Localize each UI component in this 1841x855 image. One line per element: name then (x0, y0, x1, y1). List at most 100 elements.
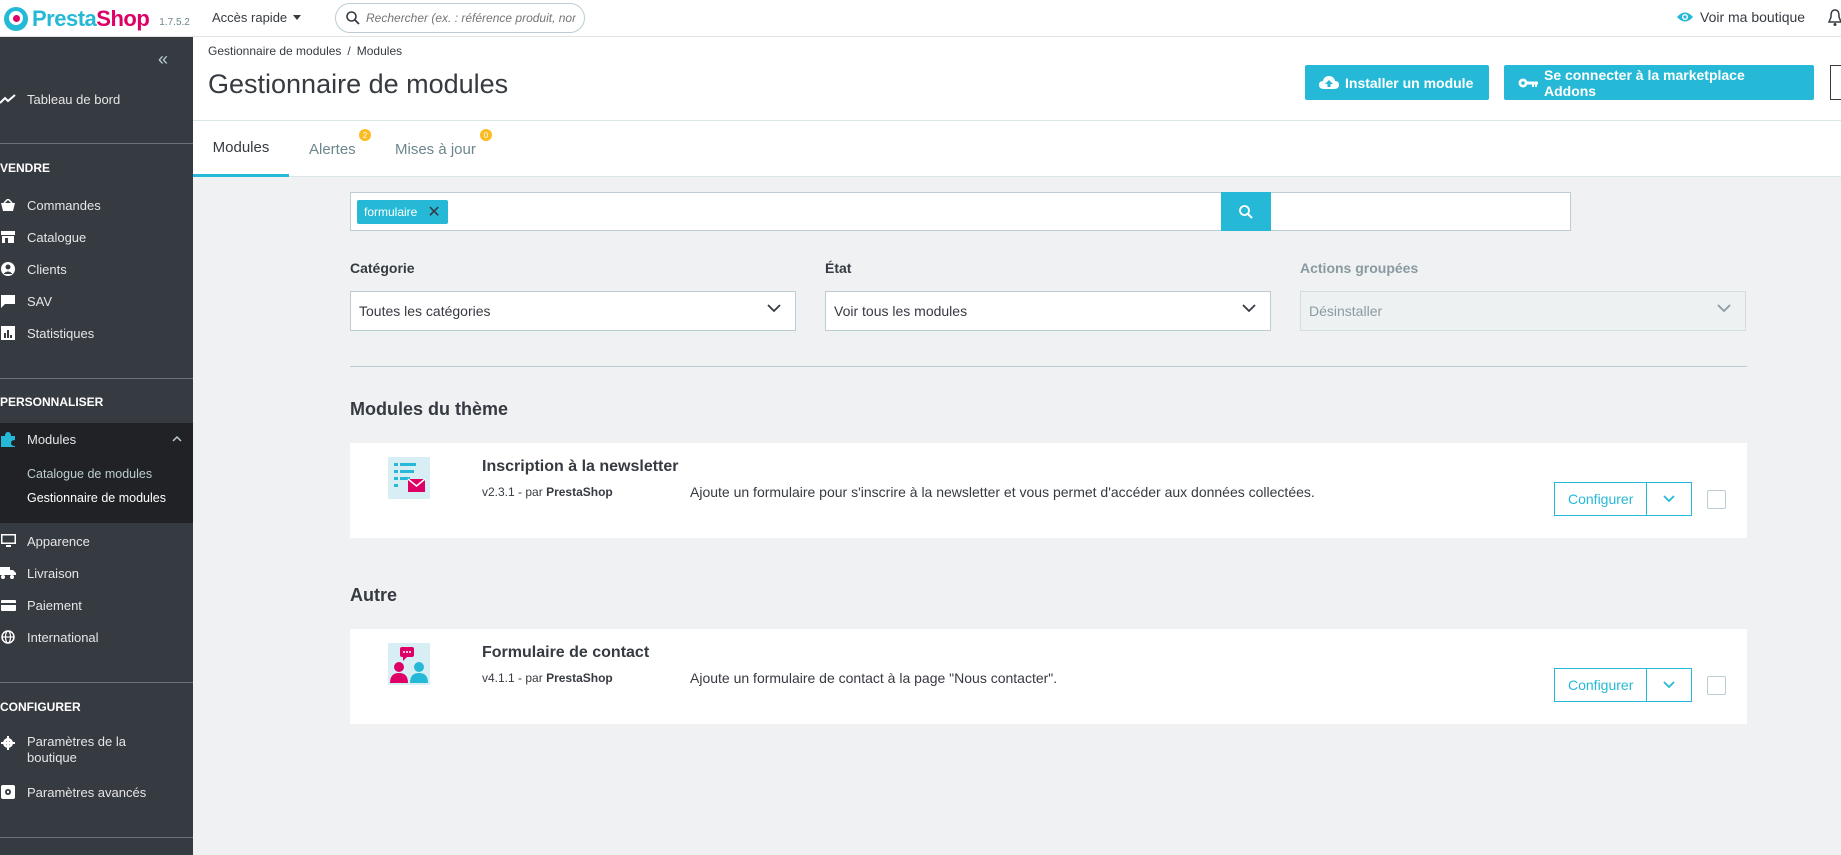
install-module-label: Installer un module (1345, 74, 1474, 91)
view-shop-link[interactable]: Voir ma boutique (1676, 9, 1805, 25)
key-icon (1518, 78, 1538, 87)
chat-icon (0, 293, 16, 309)
bulk-actions-label: Actions groupées (1300, 260, 1419, 276)
chevron-down-icon (1242, 304, 1256, 313)
sidebar-item-advanced-parameters[interactable]: Paramètres avancés (0, 782, 193, 802)
module-actions-dropdown[interactable] (1647, 668, 1693, 702)
tab-updates[interactable]: Mises à jour 0 (395, 121, 492, 177)
category-filter-label: Catégorie (350, 260, 415, 276)
version-label: 1.7.5.2 (159, 16, 190, 28)
newsletter-module-icon (388, 457, 430, 499)
monitor-icon (0, 533, 16, 549)
sidebar-item-catalog[interactable]: Catalogue (0, 227, 193, 247)
global-search-input[interactable] (366, 11, 576, 25)
sidebar-section-sell: VENDRE (0, 161, 51, 175)
chevron-down-icon (1663, 681, 1676, 689)
module-by: - par (518, 671, 543, 685)
module-by: - par (518, 485, 543, 499)
category-select[interactable]: Toutes les catégories (350, 291, 796, 331)
brand-name: PrestaShop (32, 6, 150, 31)
sidebar-item-label: Commandes (27, 197, 101, 213)
state-select[interactable]: Voir tous les modules (825, 291, 1271, 331)
sidebar-item-modules[interactable]: Modules (0, 423, 193, 455)
configure-button[interactable]: Configurer (1554, 482, 1648, 516)
cloud-upload-icon (1319, 75, 1339, 89)
sidebar-item-label: Statistiques (27, 325, 95, 341)
chevron-down-icon (1663, 495, 1676, 503)
breadcrumb-item[interactable]: Modules (357, 44, 402, 58)
collapse-sidebar-icon[interactable]: « (158, 49, 168, 70)
sidebar-item-label: Paramètres avancés (27, 784, 147, 800)
module-meta: v2.3.1 - par PrestaShop (482, 485, 613, 499)
sidebar-item-label: Paramètres de la boutique (27, 734, 126, 765)
tab-label: Modules (212, 139, 270, 156)
prestashop-logo-icon (4, 7, 28, 31)
module-name[interactable]: Inscription à la newsletter (482, 458, 679, 476)
module-actions-dropdown[interactable] (1647, 482, 1693, 516)
sidebar-item-dashboard[interactable]: Tableau de bord (0, 89, 193, 109)
connect-marketplace-button[interactable]: Se connecter à la marketplace Addons (1504, 65, 1814, 100)
tab-modules[interactable]: Modules (193, 121, 289, 177)
chevron-down-icon (767, 304, 781, 313)
sidebar-divider (0, 143, 193, 144)
sidebar-divider (0, 682, 193, 683)
sidebar-item-label: Livraison (27, 565, 80, 581)
caret-down-icon (293, 15, 302, 20)
module-author: PrestaShop (546, 485, 613, 499)
module-version: v4.1.1 (482, 671, 515, 685)
sidebar-item-orders[interactable]: Commandes (0, 195, 193, 215)
sidebar-item-payment[interactable]: Paiement (0, 595, 193, 615)
prestashop-logo[interactable]: PrestaShop 1.7.5.2 (4, 6, 190, 32)
sidebar-section-configure: CONFIGURER (0, 700, 81, 714)
configure-button[interactable]: Configurer (1554, 668, 1648, 702)
sidebar-submenu-modules: Catalogue de modules Gestionnaire de mod… (0, 455, 193, 523)
sidebar-item-customers[interactable]: Clients (0, 259, 193, 279)
contact-form-module-icon (388, 643, 430, 685)
breadcrumb: Gestionnaire de modules / Modules (208, 44, 402, 58)
eye-icon (1677, 12, 1693, 22)
sidebar-item-international[interactable]: International (0, 627, 193, 647)
module-description: Ajoute un formulaire de contact à la pag… (690, 670, 1058, 686)
help-button[interactable] (1830, 65, 1841, 100)
state-filter-label: État (825, 260, 852, 276)
module-version: v2.3.1 (482, 485, 515, 499)
module-name[interactable]: Formulaire de contact (482, 644, 649, 662)
remove-tag-icon[interactable]: ✕ (427, 202, 440, 222)
tab-label: Alertes (309, 140, 356, 158)
chevron-down-icon (1717, 304, 1731, 313)
sidebar-item-stats[interactable]: Statistiques (0, 323, 193, 343)
section-title-theme-modules: Modules du thème (350, 399, 509, 419)
tab-alerts[interactable]: Alertes 2 (309, 121, 371, 177)
sidebar-divider (0, 837, 193, 838)
bar-chart-icon (0, 325, 16, 341)
credit-card-icon (0, 597, 16, 613)
search-tag[interactable]: formulaire ✕ (357, 199, 448, 224)
sidebar-item-appearance[interactable]: Apparence (0, 531, 193, 551)
module-meta: v4.1.1 - par PrestaShop (482, 671, 613, 685)
tab-label: Mises à jour (395, 140, 476, 158)
sidebar-subitem-modules-catalog[interactable]: Catalogue de modules (27, 467, 152, 481)
module-select-checkbox[interactable] (1707, 490, 1726, 509)
sidebar-item-support[interactable]: SAV (0, 291, 193, 311)
quick-access-label: Accès rapide (212, 10, 288, 25)
global-search[interactable] (335, 3, 585, 33)
sidebar-subitem-module-manager[interactable]: Gestionnaire de modules (27, 491, 166, 505)
module-card: Inscription à la newsletter v2.3.1 - par… (350, 443, 1747, 538)
quick-access-dropdown[interactable]: Accès rapide (212, 10, 302, 25)
bulk-actions-select[interactable]: Désinstaller (1300, 291, 1746, 331)
sidebar-item-label: Tableau de bord (27, 91, 121, 107)
section-divider (350, 366, 1747, 367)
configure-button-group: Configurer (1554, 482, 1693, 516)
sidebar-item-shipping[interactable]: Livraison (0, 563, 193, 583)
breadcrumb-item[interactable]: Gestionnaire de modules (208, 44, 341, 58)
module-card: Formulaire de contact v4.1.1 - par Prest… (350, 629, 1747, 724)
search-icon (346, 11, 360, 25)
category-select-value: Toutes les catégories (359, 303, 491, 319)
module-search-button[interactable] (1221, 192, 1271, 231)
module-search-field[interactable]: formulaire ✕ (350, 192, 1571, 231)
sidebar-item-shop-parameters[interactable]: Paramètres de la boutique (0, 734, 193, 768)
sidebar-item-label: Catalogue (27, 229, 87, 245)
install-module-button[interactable]: Installer un module (1305, 65, 1489, 100)
notifications-bell-icon[interactable] (1827, 9, 1841, 30)
module-select-checkbox[interactable] (1707, 676, 1726, 695)
